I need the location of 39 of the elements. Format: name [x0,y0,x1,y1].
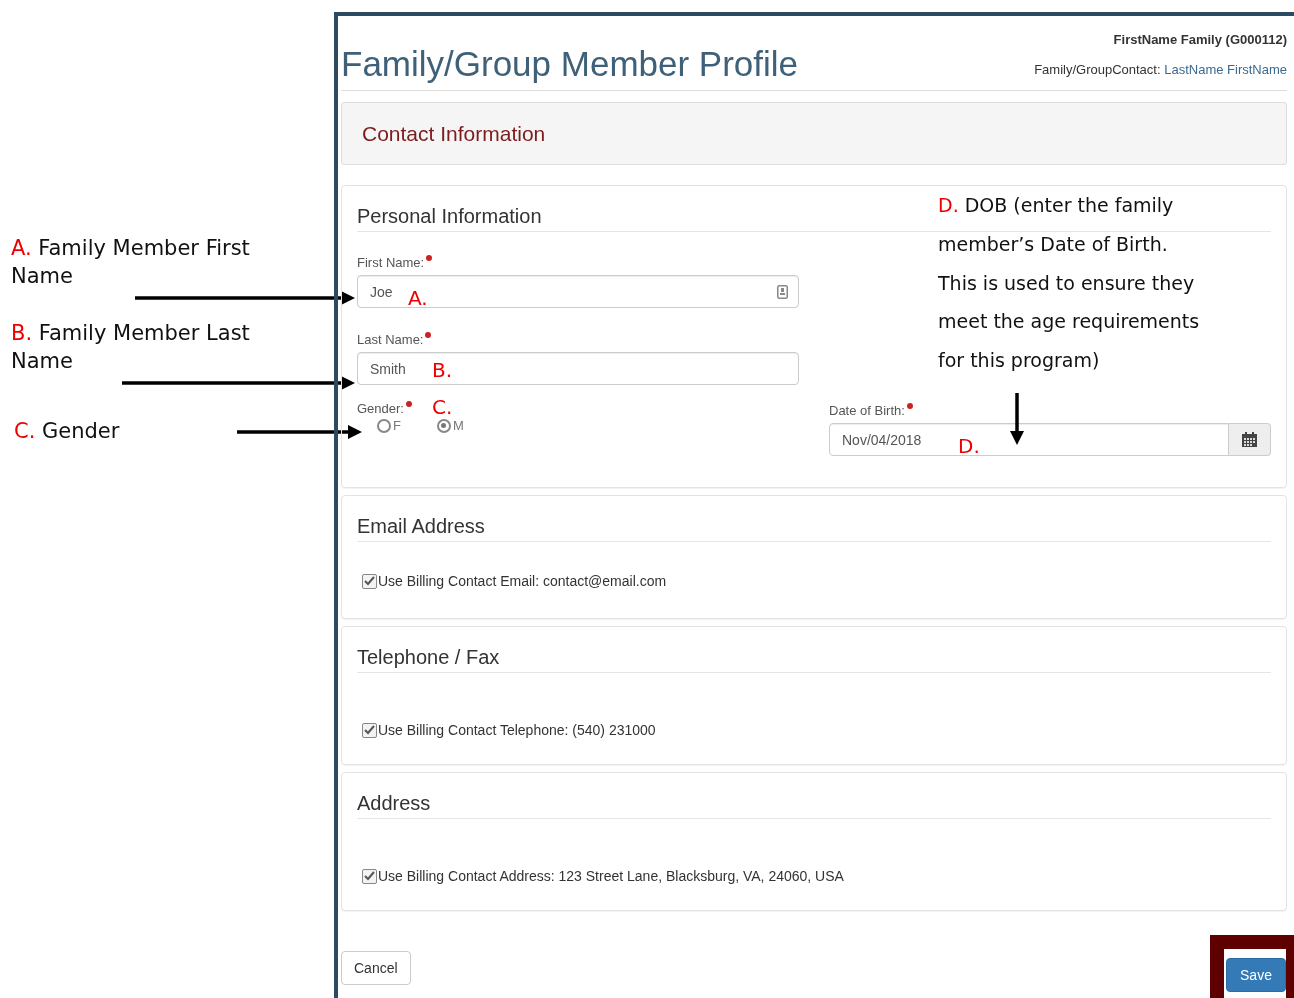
panel-heading: Telephone / Fax [357,627,1271,673]
field-label: Gender: [357,401,404,416]
callout-letter: A. [408,286,428,310]
callout-text: C. Gender [14,418,121,445]
callout-text: A. Family Member First Name [11,235,251,290]
arrow-icon [1010,393,1024,445]
checkbox-label: Use Billing Contact Telephone: (540) 231000 [378,722,656,738]
field-label: First Name: [357,255,425,270]
arrow-icon [122,376,355,390]
cancel-button[interactable]: Cancel [341,951,411,985]
calendar-button[interactable] [1229,423,1271,456]
checkbox[interactable] [362,573,377,589]
arrow-icon [135,291,355,305]
page-title: Family/Group Member Profile [341,44,799,84]
contact-card-icon [777,284,788,299]
section-title: Contact Information [362,121,546,146]
required-icon [426,255,433,261]
checkbox-label: Use Billing Contact Email: contact@email.com [378,573,667,589]
checkbox[interactable] [362,722,377,738]
field-label: Date of Birth: [829,403,905,418]
panel-heading: Address [357,773,1271,819]
contact-link[interactable]: LastName FirstName [1164,62,1287,77]
panel-heading: Email Address [357,496,1271,542]
family-name: FirstName Family (G000112) [1112,31,1287,47]
callout-letter: B. [432,358,453,382]
checkbox-label: Use Billing Contact Address: 123 Street Lane, Blacksburg, VA, 24060, USA [378,868,844,884]
checkbox[interactable] [362,868,377,884]
callout-letter: C. [432,395,453,419]
field-label: Last Name: [357,332,424,347]
callout-text: B. Family Member Last Name [11,320,251,375]
required-icon [406,401,412,407]
callout-text: D. DOB (enter the family member’s Date of Birth. This is used to ensure they meet the age requirements for this program) [938,193,1200,374]
required-icon [906,403,913,409]
arrow-icon [237,425,362,439]
callout-letter: D. [958,434,980,458]
contact-label: Family/GroupContact: [1034,62,1161,77]
required-icon [425,332,432,338]
save-button[interactable]: Save [1226,958,1286,992]
calendar-icon [1242,432,1257,447]
